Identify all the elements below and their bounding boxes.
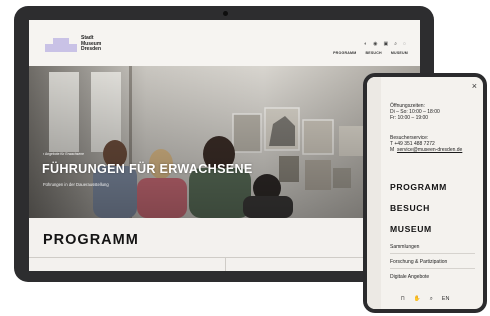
visitor-service: Besucherservice: T +49 351 488 7272 M se…	[390, 135, 462, 153]
search-icon[interactable]: ⌕	[394, 41, 397, 47]
phone-screen: × Öffnungszeiten: Di – So: 10:00 – 18:00…	[367, 77, 483, 309]
menu-besuch[interactable]: BESUCH	[390, 203, 430, 213]
phone-footer: ⊓ ✋ ⌕ EN	[367, 289, 483, 309]
hero-subtitle: Führungen in der Dauerausstellung	[43, 182, 109, 187]
search-icon[interactable]: ⌕	[430, 296, 433, 303]
submenu-digital[interactable]: Digitale Angebote	[390, 274, 429, 280]
logo-line-3: Dresden	[81, 46, 102, 53]
section-title: PROGRAMM	[43, 232, 139, 248]
opening-hours: Öffnungszeiten: Di – So: 10:00 – 18:00 F…	[390, 103, 440, 121]
nav-besuch[interactable]: BESUCH	[365, 51, 381, 55]
submenu-forschung[interactable]: Forschung & Partizipation	[390, 259, 447, 265]
hours-line-2: Fr: 10:00 – 19:00	[390, 115, 429, 122]
site-header: Stadt Museum Dresden ◐ ◉ ▣ ⌕ ◌ PROGRAMM …	[29, 20, 420, 66]
hero-image: ▪ Angebote für Erwachsene FÜHRUNGEN FÜR …	[29, 66, 420, 218]
language-switch[interactable]: EN	[442, 296, 450, 302]
nav-museum[interactable]: MUSEUM	[391, 51, 408, 55]
service-mail-link[interactable]: service@museen-dresden.de	[397, 147, 462, 153]
language-icon[interactable]: ◌	[403, 41, 406, 47]
close-icon[interactable]: ×	[472, 82, 477, 91]
hero-title: FÜHRUNGEN FÜR ERWACHSENE	[42, 162, 253, 176]
mail-prefix: M	[390, 147, 395, 154]
phone-device: × Öffnungszeiten: Di – So: 10:00 – 18:00…	[363, 73, 487, 313]
camera	[223, 11, 228, 16]
service-mail-row: M service@museen-dresden.de	[390, 147, 462, 153]
hero-kicker[interactable]: ▪ Angebote für Erwachsene	[43, 152, 84, 156]
menu-museum[interactable]: MUSEUM	[390, 224, 432, 234]
submenu-divider	[390, 253, 475, 254]
hero-photo	[29, 66, 420, 218]
submenu-sammlungen[interactable]: Sammlungen	[390, 244, 419, 250]
hand-icon[interactable]: ✋	[414, 296, 421, 302]
nav-programm[interactable]: PROGRAMM	[333, 51, 356, 55]
mouse-icon[interactable]: ⊓	[401, 296, 405, 302]
museum-logo-icon[interactable]	[45, 38, 77, 52]
header-icons: ◐ ◉ ▣ ⌕ ◌	[364, 41, 406, 47]
page-behind-menu	[367, 77, 381, 309]
tablet-screen: Stadt Museum Dresden ◐ ◉ ▣ ⌕ ◌ PROGRAMM …	[29, 20, 420, 271]
menu-programm[interactable]: PROGRAMM	[390, 182, 447, 192]
main-nav: PROGRAMM BESUCH MUSEUM	[333, 51, 408, 55]
divider-vertical	[225, 257, 226, 271]
logo-text[interactable]: Stadt Museum Dresden	[81, 35, 102, 53]
cart-icon[interactable]: ▣	[383, 41, 388, 47]
submenu-divider	[390, 268, 475, 269]
user-icon[interactable]: ◐	[364, 41, 367, 47]
accessibility-icon[interactable]: ◉	[373, 41, 377, 47]
